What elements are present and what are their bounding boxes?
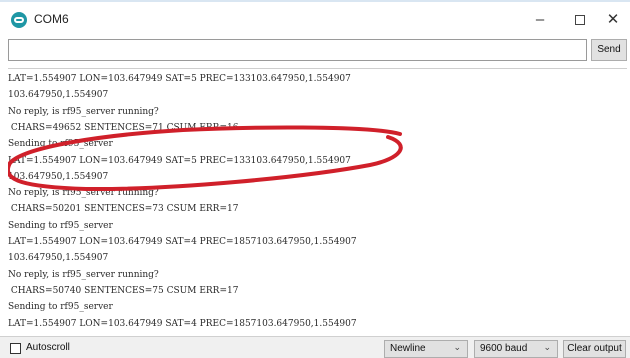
chevron-down-icon: ⌄	[543, 342, 551, 352]
minimize-button[interactable]: –	[523, 8, 557, 32]
output-line: CHARS=50740 SENTENCES=75 CSUM ERR=17	[8, 285, 239, 296]
serial-monitor-window: COM6 – ✕ Send LAT=1.554907 LON=103.64794…	[0, 0, 630, 358]
autoscroll-checkbox[interactable]	[10, 343, 21, 354]
maximize-icon	[575, 15, 585, 26]
clear-output-button[interactable]: Clear output	[563, 340, 626, 358]
line-ending-select[interactable]: Newline ⌄	[384, 340, 468, 358]
output-line: Sending to rf95_server	[8, 139, 113, 150]
output-line: LAT=1.554907 LON=103.647949 SAT=4 PREC=1…	[8, 237, 357, 247]
autoscroll-label: Autoscroll	[26, 342, 70, 353]
output-line: Sending to rf95_server	[8, 302, 113, 313]
output-line: Sending to rf95_server	[8, 220, 113, 231]
baud-rate-value: 9600 baud	[480, 343, 528, 354]
output-line: 103.647950,1.554907	[8, 90, 109, 101]
serial-output[interactable]: LAT=1.554907 LON=103.647949 SAT=4 PREC=1…	[8, 68, 627, 334]
baud-rate-select[interactable]: 9600 baud ⌄	[474, 340, 558, 358]
output-line: LAT=1.554907 LON=103.647949 SAT=4 PREC=1…	[8, 318, 357, 329]
output-line: CHARS=50201 SENTENCES=73 CSUM ERR=17	[8, 204, 239, 215]
title-bar: COM6 – ✕	[0, 4, 630, 34]
output-line: 103.647950,1.554907	[8, 171, 109, 182]
send-button[interactable]: Send	[591, 39, 627, 61]
output-line: LAT=1.554907 LON=103.647949 SAT=5 PREC=1…	[8, 155, 351, 166]
footer-bar: Autoscroll Newline ⌄ 9600 baud ⌄ Clear o…	[0, 336, 630, 358]
output-line: CHARS=49652 SENTENCES=71 CSUM ERR=16	[8, 122, 239, 133]
arduino-serial-icon	[11, 12, 27, 28]
output-line: 103.647950,1.554907	[8, 253, 109, 264]
close-button[interactable]: ✕	[596, 8, 630, 32]
output-line: No reply, is rf95_server running?	[8, 106, 159, 117]
send-input[interactable]	[8, 39, 587, 61]
maximize-button[interactable]	[563, 8, 597, 32]
window-title: COM6	[34, 12, 69, 26]
chevron-down-icon: ⌄	[453, 342, 461, 352]
output-line: LAT=1.554907 LON=103.647949 SAT=5 PREC=1…	[8, 74, 351, 84]
output-line: No reply, is rf95_server running?	[8, 188, 159, 199]
send-row: Send	[0, 38, 630, 64]
line-ending-value: Newline	[390, 343, 426, 354]
output-line: No reply, is rf95_server running?	[8, 269, 159, 280]
